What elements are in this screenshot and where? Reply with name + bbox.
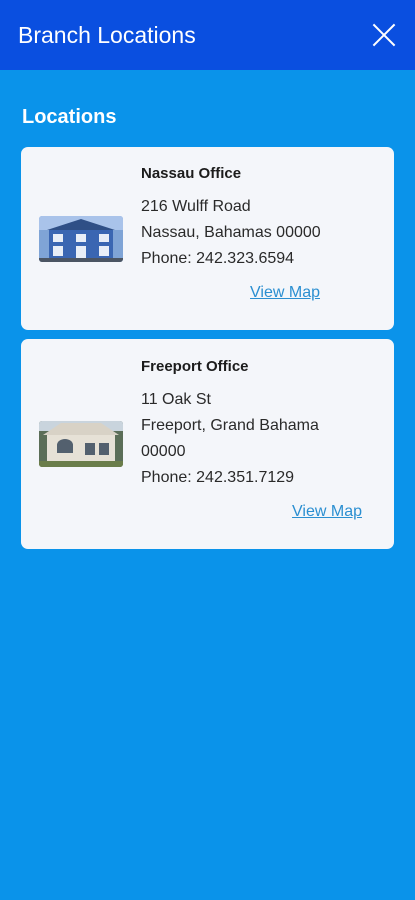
phone-number[interactable]: Phone: 242.351.7129 — [141, 465, 341, 491]
view-map-link[interactable]: View Map — [292, 503, 362, 521]
location-card-nassau: Nassau Office 216 Wulff Road Nassau, Bah… — [21, 147, 394, 330]
section-title: Locations — [22, 106, 117, 128]
address-line-1: 11 Oak St — [141, 391, 211, 408]
view-map-link[interactable]: View Map — [250, 284, 320, 302]
location-info: Nassau Office 216 Wulff Road Nassau, Bah… — [141, 147, 321, 330]
location-card-freeport: Freeport Office 11 Oak St Freeport, Gran… — [21, 339, 394, 549]
app-bar: Branch Locations — [0, 0, 415, 70]
close-icon[interactable] — [371, 22, 397, 48]
office-photo-freeport — [39, 421, 123, 467]
page-title: Branch Locations — [18, 21, 196, 48]
address-line-2: Freeport, Grand Bahama 00000 — [141, 417, 319, 460]
address-line-1: 216 Wulff Road — [141, 198, 251, 215]
address-line-2: Nassau, Bahamas 00000 — [141, 224, 321, 241]
locations-list: Nassau Office 216 Wulff Road Nassau, Bah… — [0, 147, 415, 549]
location-name: Freeport Office — [141, 358, 249, 375]
location-name: Nassau Office — [141, 165, 242, 182]
office-photo-nassau — [39, 215, 123, 262]
phone-number[interactable]: Phone: 242.323.6594 — [141, 246, 321, 272]
